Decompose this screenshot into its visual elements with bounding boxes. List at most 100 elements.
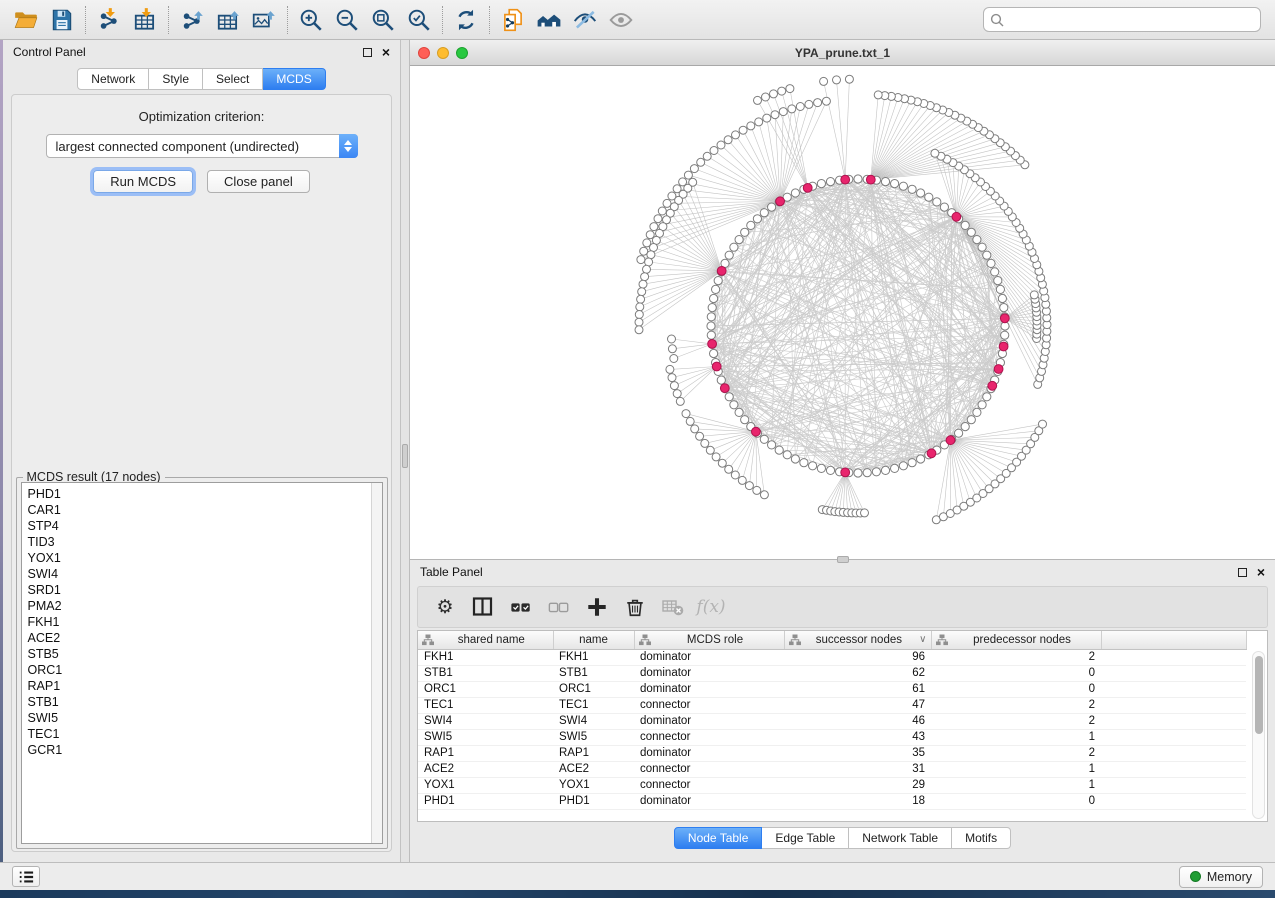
main-toolbar (0, 0, 1275, 40)
table-row[interactable]: FKH1FKH1dominator962 (418, 649, 1246, 665)
destroy-table-button (656, 591, 690, 623)
close-panel-icon[interactable]: × (382, 45, 390, 59)
float-table-panel-icon[interactable] (1238, 568, 1247, 577)
search-field[interactable] (983, 7, 1261, 32)
toolbar-separator (85, 6, 86, 34)
list-icon (17, 869, 35, 885)
close-panel-button[interactable]: Close panel (207, 170, 310, 193)
hide-selected-button[interactable] (567, 4, 603, 36)
table-row[interactable]: ORC1ORC1dominator610 (418, 681, 1246, 697)
duplicate-network-button[interactable] (495, 4, 531, 36)
mcds-result-list[interactable]: PHD1CAR1STP4TID3YOX1SWI4SRD1PMA2FKH1ACE2… (21, 482, 383, 844)
maximize-window-icon[interactable] (456, 47, 468, 59)
select-all-button[interactable] (504, 591, 538, 623)
mcds-node-item[interactable]: FKH1 (28, 614, 382, 630)
table-row[interactable]: SWI4SWI4dominator462 (418, 713, 1246, 729)
first-neighbors-button[interactable] (531, 4, 567, 36)
minimize-window-icon[interactable] (437, 47, 449, 59)
mcds-node-item[interactable]: TEC1 (28, 726, 382, 742)
mcds-node-item[interactable]: STB5 (28, 646, 382, 662)
table-row[interactable]: ACE2ACE2connector311 (418, 761, 1246, 777)
export-network-button[interactable] (174, 4, 210, 36)
open-session-button[interactable] (8, 4, 44, 36)
import-table-icon (132, 7, 158, 33)
zoom-fit-button[interactable] (365, 4, 401, 36)
refresh-button[interactable] (448, 4, 484, 36)
table-row[interactable]: TEC1TEC1connector472 (418, 697, 1246, 713)
search-input[interactable] (1009, 12, 1254, 28)
import-network-button[interactable] (91, 4, 127, 36)
vertical-splitter[interactable] (401, 40, 410, 862)
result-list-scrollbar[interactable] (371, 483, 382, 843)
network-canvas[interactable] (410, 66, 1275, 559)
mcds-node-item[interactable]: STP4 (28, 518, 382, 534)
close-table-panel-icon[interactable]: × (1257, 565, 1265, 579)
mcds-node-item[interactable]: SRD1 (28, 582, 382, 598)
mcds-node-item[interactable]: SWI4 (28, 566, 382, 582)
mcds-node-item[interactable]: YOX1 (28, 550, 382, 566)
zoom-out-icon (334, 7, 360, 33)
task-history-button[interactable] (12, 866, 40, 887)
network-title: YPA_prune.txt_1 (410, 46, 1275, 60)
zoom-in-button[interactable] (293, 4, 329, 36)
zoom-out-button[interactable] (329, 4, 365, 36)
show-all-button[interactable] (603, 4, 639, 36)
table-row[interactable]: STB1STB1dominator620 (418, 665, 1246, 681)
mcds-node-item[interactable]: PMA2 (28, 598, 382, 614)
memory-button[interactable]: Memory (1179, 866, 1263, 888)
run-mcds-button[interactable]: Run MCDS (93, 170, 193, 193)
columns-button[interactable] (466, 591, 500, 623)
tab-network-table[interactable]: Network Table (849, 827, 952, 849)
tab-node-table[interactable]: Node Table (674, 827, 763, 849)
node-table[interactable]: shared namenameMCDS rolesuccessor nodes∨… (418, 631, 1247, 810)
splitter-handle[interactable] (402, 444, 408, 468)
control-panel-tabs: NetworkStyleSelectMCDS (3, 68, 400, 90)
table-scrollbar-thumb[interactable] (1255, 656, 1263, 734)
tab-network[interactable]: Network (77, 68, 149, 90)
mcds-node-item[interactable]: STB1 (28, 694, 382, 710)
columns-icon (471, 595, 495, 619)
mcds-node-item[interactable]: CAR1 (28, 502, 382, 518)
import-table-button[interactable] (127, 4, 163, 36)
export-table-button[interactable] (210, 4, 246, 36)
tab-motifs[interactable]: Motifs (952, 827, 1011, 849)
export-image-button[interactable] (246, 4, 282, 36)
column-header-successor-nodes[interactable]: successor nodes∨ (784, 631, 931, 649)
table-row[interactable]: YOX1YOX1connector291 (418, 777, 1246, 793)
mcds-node-item[interactable]: ACE2 (28, 630, 382, 646)
save-session-button[interactable] (44, 4, 80, 36)
column-header-shared-name[interactable]: shared name (418, 631, 553, 649)
tab-select[interactable]: Select (203, 68, 263, 90)
zoom-selected-button[interactable] (401, 4, 437, 36)
column-header-predecessor-nodes[interactable]: predecessor nodes (931, 631, 1101, 649)
deselect-all-icon (548, 596, 570, 618)
mcds-node-item[interactable]: PHD1 (28, 486, 382, 502)
table-row[interactable]: RAP1RAP1dominator352 (418, 745, 1246, 761)
table-row[interactable]: SWI5SWI5connector431 (418, 729, 1246, 745)
gear-icon: ⚙ (436, 596, 453, 619)
gear-button[interactable]: ⚙ (428, 591, 462, 623)
tab-style[interactable]: Style (149, 68, 203, 90)
mcds-node-item[interactable]: ORC1 (28, 662, 382, 678)
horizontal-splitter-handle[interactable] (837, 556, 849, 563)
mcds-node-item[interactable]: SWI5 (28, 710, 382, 726)
optimization-dropdown[interactable]: largest connected component (undirected) (46, 134, 358, 158)
table-row[interactable]: PHD1PHD1dominator180 (418, 793, 1246, 809)
function-builder-icon: f(x) (696, 597, 725, 617)
mcds-node-item[interactable]: TID3 (28, 534, 382, 550)
table-scrollbar[interactable] (1252, 651, 1265, 819)
mcds-node-item[interactable]: GCR1 (28, 742, 382, 758)
deselect-all-button[interactable] (542, 591, 576, 623)
add-button[interactable] (580, 591, 614, 623)
mcds-result-box: MCDS result (17 nodes) PHD1CAR1STP4TID3Y… (16, 477, 388, 849)
delete-button[interactable] (618, 591, 652, 623)
float-panel-icon[interactable] (363, 48, 372, 57)
column-header-name[interactable]: name (553, 631, 634, 649)
column-header-MCDS-role[interactable]: MCDS role (634, 631, 784, 649)
tab-edge-table[interactable]: Edge Table (762, 827, 849, 849)
tab-mcds[interactable]: MCDS (263, 68, 325, 90)
network-graph[interactable] (410, 66, 1274, 559)
mcds-node-item[interactable]: RAP1 (28, 678, 382, 694)
open-session-icon (13, 7, 39, 33)
close-window-icon[interactable] (418, 47, 430, 59)
